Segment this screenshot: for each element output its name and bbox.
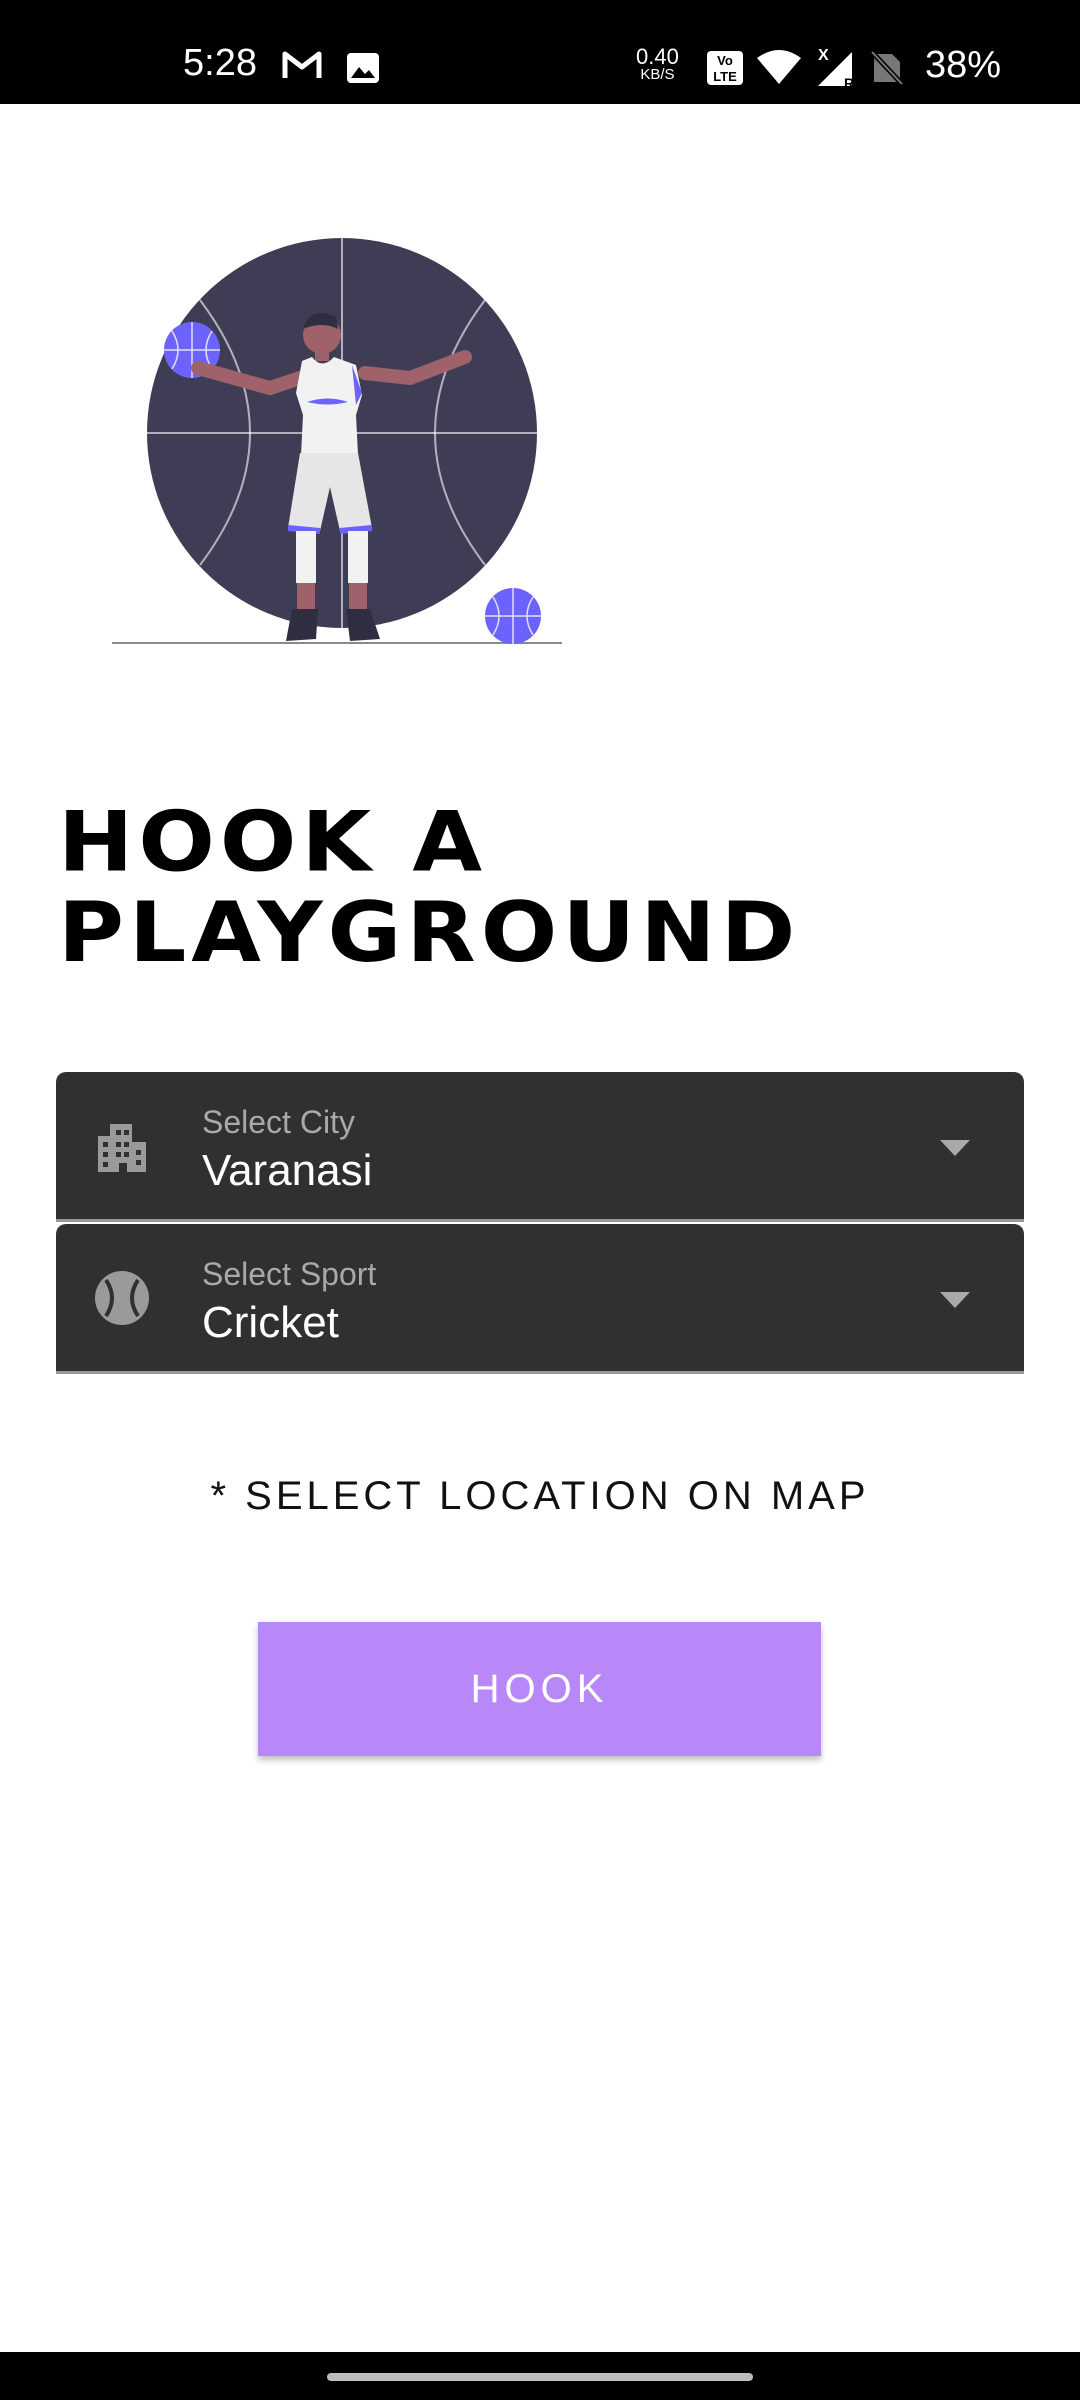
city-select[interactable]: Select City Varanasi bbox=[56, 1072, 1024, 1222]
svg-text:Vo: Vo bbox=[717, 53, 733, 68]
signal-icon: XR bbox=[814, 46, 858, 93]
no-sim-icon bbox=[870, 50, 904, 91]
basketball-player-illustration bbox=[100, 225, 570, 650]
page-title: HOOK A PLAYGROUND bbox=[58, 798, 958, 978]
gallery-icon bbox=[346, 52, 380, 89]
city-building-icon bbox=[94, 1118, 150, 1174]
svg-text:LTE: LTE bbox=[713, 69, 737, 84]
net-speed: 0.40 KB/S bbox=[636, 46, 679, 84]
sport-select-value: Cricket bbox=[202, 1298, 339, 1347]
page-title-line-1: HOOK A bbox=[58, 794, 488, 891]
sport-select-label: Select Sport bbox=[202, 1256, 377, 1292]
gmail-icon bbox=[282, 50, 322, 85]
city-select-label: Select City bbox=[202, 1104, 355, 1140]
hook-button[interactable]: HOOK bbox=[258, 1622, 821, 1756]
wifi-icon bbox=[756, 48, 802, 91]
battery-level: 38% bbox=[925, 44, 1002, 86]
home-gesture-handle[interactable] bbox=[327, 2373, 753, 2381]
volte-icon: Vo LTE bbox=[706, 50, 744, 91]
select-location-on-map-link[interactable]: * SELECT LOCATION ON MAP bbox=[0, 1474, 1080, 1519]
chevron-down-icon[interactable] bbox=[940, 1292, 970, 1313]
svg-text:X: X bbox=[818, 47, 829, 64]
svg-text:R: R bbox=[844, 75, 854, 88]
page-title-line-2: PLAYGROUND bbox=[58, 884, 801, 982]
status-bar: 5:28 0.40 KB/S Vo LTE XR 38% bbox=[0, 0, 1080, 104]
chevron-down-icon[interactable] bbox=[940, 1140, 970, 1161]
net-speed-unit: KB/S bbox=[640, 66, 675, 83]
sport-select[interactable]: Select Sport Cricket bbox=[56, 1224, 1024, 1374]
city-select-value: Varanasi bbox=[202, 1146, 373, 1195]
navigation-bar bbox=[0, 2352, 1080, 2400]
status-time: 5:28 bbox=[183, 42, 257, 84]
ball-icon bbox=[94, 1270, 150, 1326]
